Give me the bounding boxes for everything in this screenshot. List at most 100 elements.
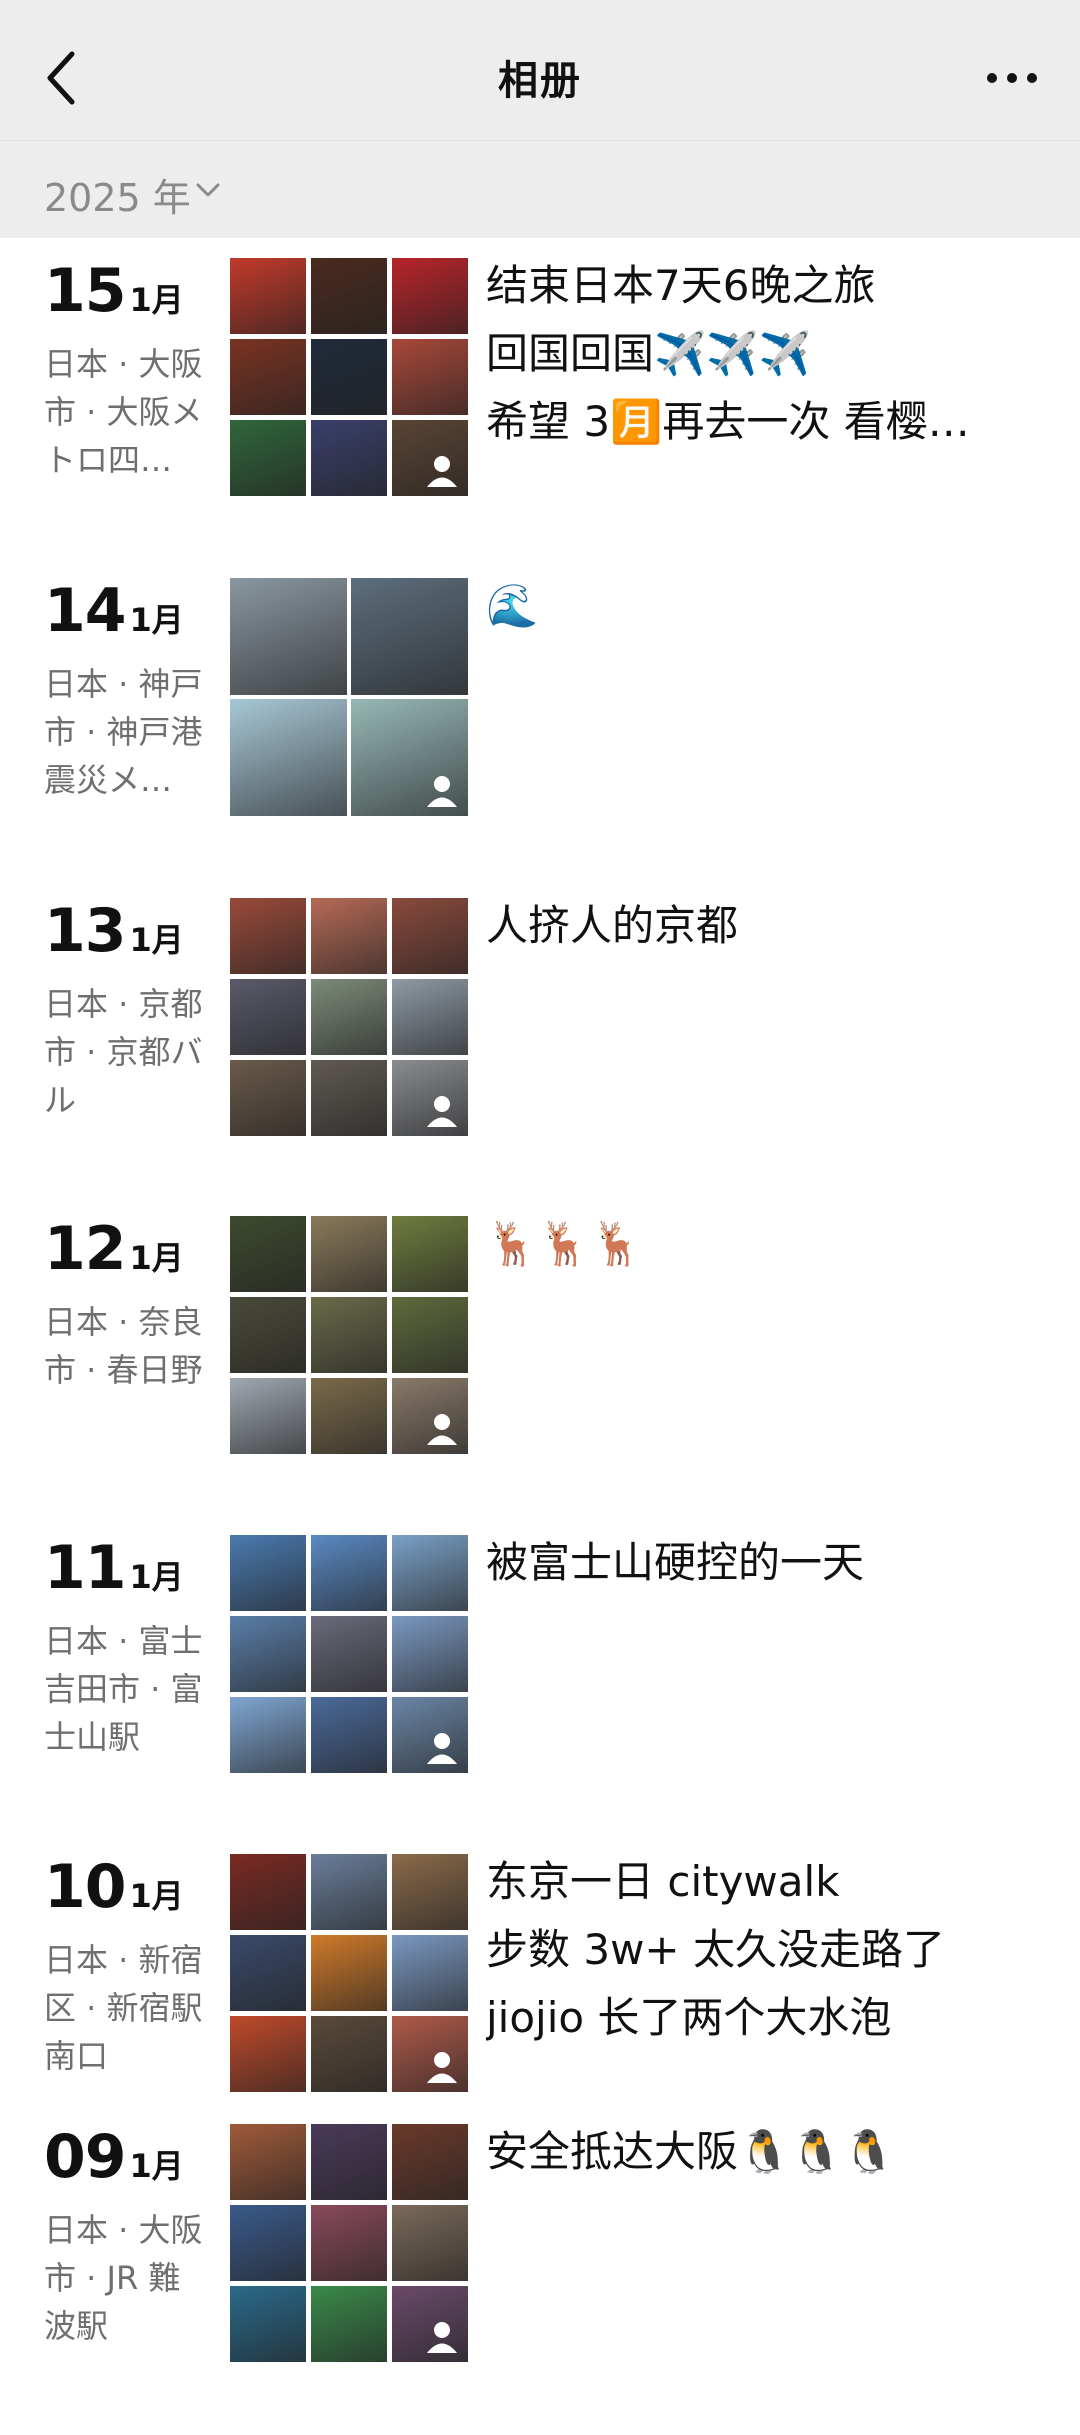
photo-thumbnail[interactable] <box>392 2016 468 2092</box>
photo-thumbnail[interactable] <box>392 979 468 1055</box>
photo-thumbnail[interactable] <box>392 420 468 496</box>
person-icon <box>427 2322 457 2353</box>
photo-thumbnail[interactable] <box>392 1697 468 1773</box>
entry-day: 11 <box>44 1533 126 1603</box>
photo-thumbnail[interactable] <box>392 2286 468 2362</box>
photo-thumbnail[interactable] <box>392 1854 468 1930</box>
photo-thumbnail[interactable] <box>311 1297 387 1373</box>
entry-location: 日本 · 神戸市 · 神戸港震災メ… <box>44 665 203 799</box>
entry-month: 1月 <box>129 601 184 639</box>
photo-thumbnail[interactable] <box>392 1935 468 2011</box>
caption-line: 结束日本7天6晚之旅 <box>486 261 876 310</box>
album-list: 15 1月 日本 · 大阪市 · 大阪メトロ四… 结束日本7天6晚之旅 回国回国✈️✈️… <box>0 238 1080 2435</box>
photo-thumbnail[interactable] <box>311 1216 387 1292</box>
photo-thumbnail[interactable] <box>230 1535 306 1611</box>
entry-date: 12 1月 <box>44 1214 184 1284</box>
person-icon <box>427 1096 457 1127</box>
photo-thumbnail[interactable] <box>392 339 468 415</box>
page-title: 相册 <box>498 58 582 104</box>
photo-thumbnail[interactable] <box>392 2205 468 2281</box>
entry-caption: 东京一日 citywalk 步数 3w+ 太久没走路了 jiojio 长了两个大水泡 <box>486 1848 1046 2052</box>
photo-thumbnail[interactable] <box>230 1216 306 1292</box>
photo-thumbnail[interactable] <box>230 1697 306 1773</box>
photo-thumbnail[interactable] <box>230 2124 306 2200</box>
caption-line: 🌊 <box>486 581 539 630</box>
photo-thumbnail[interactable] <box>230 1297 306 1373</box>
photo-thumbnail[interactable] <box>311 2286 387 2362</box>
photo-grid[interactable] <box>230 1535 468 1773</box>
entry-month: 1月 <box>129 1877 184 1915</box>
photo-grid[interactable] <box>230 898 468 1136</box>
photo-thumbnail[interactable] <box>392 258 468 334</box>
photo-thumbnail[interactable] <box>230 699 347 816</box>
photo-grid[interactable] <box>230 1216 468 1454</box>
entry-day: 12 <box>44 1214 126 1284</box>
photo-thumbnail[interactable] <box>392 898 468 974</box>
nav-bar: 相册 <box>0 0 1080 140</box>
photo-thumbnail[interactable] <box>392 1616 468 1692</box>
photo-thumbnail[interactable] <box>230 2205 306 2281</box>
entry-location: 日本 · 大阪市 · 大阪メトロ四… <box>44 345 203 479</box>
photo-thumbnail[interactable] <box>311 979 387 1055</box>
entry-date: 13 1月 <box>44 896 184 966</box>
entry-month: 1月 <box>129 1239 184 1277</box>
caption-line: 东京一日 citywalk <box>486 1857 840 1906</box>
entry-day: 09 <box>44 2122 126 2192</box>
photo-thumbnail[interactable] <box>311 420 387 496</box>
photo-thumbnail[interactable] <box>311 2205 387 2281</box>
photo-thumbnail[interactable] <box>351 699 468 816</box>
entry-caption: 被富士山硬控的一天 <box>486 1529 1046 1597</box>
photo-thumbnail[interactable] <box>392 1378 468 1454</box>
photo-thumbnail[interactable] <box>230 2016 306 2092</box>
photo-grid[interactable] <box>230 578 468 816</box>
photo-thumbnail[interactable] <box>311 898 387 974</box>
photo-thumbnail[interactable] <box>392 2124 468 2200</box>
more-dots-icon[interactable] <box>982 58 1042 98</box>
photo-grid[interactable] <box>230 1854 468 2092</box>
photo-thumbnail[interactable] <box>311 2016 387 2092</box>
year-filter[interactable]: 2025 年 <box>0 140 1080 239</box>
photo-thumbnail[interactable] <box>311 1935 387 2011</box>
photo-thumbnail[interactable] <box>230 898 306 974</box>
photo-thumbnail[interactable] <box>311 258 387 334</box>
photo-grid[interactable] <box>230 2124 468 2362</box>
photo-thumbnail[interactable] <box>311 1854 387 1930</box>
photo-grid[interactable] <box>230 258 468 496</box>
photo-thumbnail[interactable] <box>311 1697 387 1773</box>
photo-thumbnail[interactable] <box>230 1378 306 1454</box>
person-icon <box>427 776 457 807</box>
caption-line: 安全抵达大阪🐧🐧🐧 <box>486 2127 895 2176</box>
entry-location: 日本 · 京都市 · 京都バル <box>44 985 203 1119</box>
photo-thumbnail[interactable] <box>311 339 387 415</box>
entry-caption: 结束日本7天6晚之旅 回国回国✈️✈️✈️ 希望 3🈷️再去一次 看樱… <box>486 252 1046 456</box>
photo-thumbnail[interactable] <box>230 1616 306 1692</box>
entry-caption: 🌊 <box>486 572 1046 640</box>
photo-thumbnail[interactable] <box>230 2286 306 2362</box>
caption-line: 被富士山硬控的一天 <box>486 1538 865 1587</box>
photo-thumbnail[interactable] <box>311 1060 387 1136</box>
photo-thumbnail[interactable] <box>230 1060 306 1136</box>
photo-thumbnail[interactable] <box>230 979 306 1055</box>
photo-thumbnail[interactable] <box>311 2124 387 2200</box>
photo-thumbnail[interactable] <box>230 258 306 334</box>
entry-day: 10 <box>44 1852 126 1922</box>
entry-caption: 人挤人的京都 <box>486 892 1046 960</box>
photo-thumbnail[interactable] <box>392 1060 468 1136</box>
photo-thumbnail[interactable] <box>351 578 468 695</box>
entry-month: 1月 <box>129 921 184 959</box>
photo-thumbnail[interactable] <box>311 1616 387 1692</box>
photo-thumbnail[interactable] <box>311 1378 387 1454</box>
photo-thumbnail[interactable] <box>230 420 306 496</box>
photo-thumbnail[interactable] <box>311 1535 387 1611</box>
photo-thumbnail[interactable] <box>230 1854 306 1930</box>
photo-thumbnail[interactable] <box>230 339 306 415</box>
photo-thumbnail[interactable] <box>392 1297 468 1373</box>
photo-thumbnail[interactable] <box>230 578 347 695</box>
caption-line: 🦌🦌🦌 <box>486 1219 643 1268</box>
photo-thumbnail[interactable] <box>392 1216 468 1292</box>
caption-line: 步数 3w+ 太久没走路了 <box>486 1925 945 1974</box>
photo-thumbnail[interactable] <box>230 1935 306 2011</box>
photo-thumbnail[interactable] <box>392 1535 468 1611</box>
entry-day: 13 <box>44 896 126 966</box>
caption-line: jiojio 长了两个大水泡 <box>486 1993 892 2042</box>
